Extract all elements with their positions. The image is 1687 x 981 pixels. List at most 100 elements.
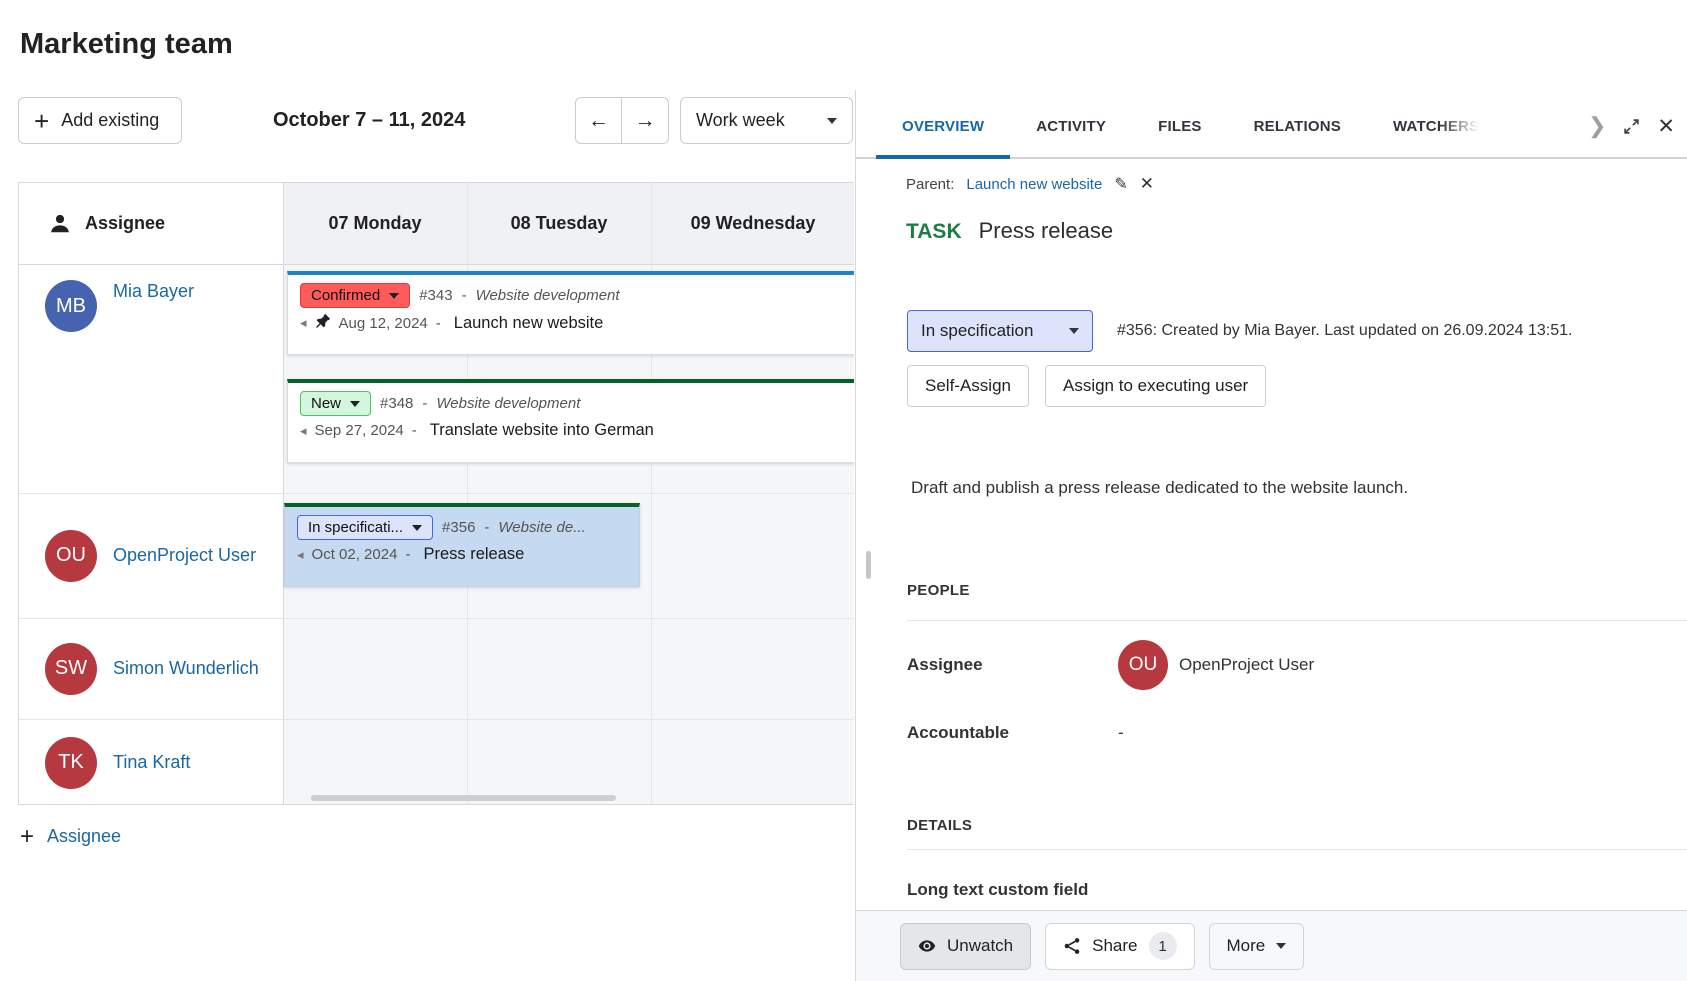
tab-activity[interactable]: ACTIVITY [1010, 95, 1132, 157]
section-divider [907, 620, 1687, 621]
assignee-name-link[interactable]: OpenProject User [113, 544, 256, 568]
tab-relations[interactable]: RELATIONS [1228, 95, 1367, 157]
assignee-row-mia-bayer: MB Mia Bayer [19, 264, 283, 493]
chevron-down-icon [1276, 943, 1286, 949]
tab-files[interactable]: FILES [1132, 95, 1228, 157]
separator: - [412, 422, 417, 439]
assignee-row-tina-kraft: TK Tina Kraft [19, 719, 283, 805]
separator: - [484, 519, 489, 536]
work-package-card-343[interactable]: Confirmed #343 - Website development ◂ A… [287, 271, 854, 355]
close-panel-icon[interactable]: ✕ [1657, 114, 1675, 139]
status-badge-dropdown[interactable]: In specificati... [297, 515, 433, 540]
more-button[interactable]: More [1209, 923, 1305, 970]
add-assignee-label: Assignee [47, 826, 121, 847]
details-section-heading: DETAILS [907, 817, 972, 834]
work-package-card-356-selected[interactable]: In specificati... #356 - Website de... ◂… [284, 503, 640, 587]
project-name: Website development [476, 287, 620, 304]
share-count-badge: 1 [1149, 932, 1177, 960]
panel-resize-handle[interactable] [866, 551, 871, 579]
status-value: In specification [921, 321, 1033, 341]
work-package-details-panel: OVERVIEW ACTIVITY FILES RELATIONS WATCHE… [856, 0, 1687, 981]
add-assignee-button[interactable]: + Assignee [20, 826, 121, 847]
accountable-value[interactable]: - [1118, 723, 1124, 743]
work-package-number: #343 [419, 287, 452, 304]
separator: - [436, 315, 441, 332]
assignee-column-header: Assignee [19, 183, 283, 264]
next-week-button[interactable]: → [622, 97, 669, 144]
unwatch-button[interactable]: Unwatch [900, 923, 1031, 970]
assign-to-executing-user-button[interactable]: Assign to executing user [1045, 365, 1266, 407]
panel-footer-toolbar: Unwatch Share 1 More [856, 910, 1687, 981]
day-header-tuesday: 08 Tuesday [467, 183, 651, 264]
status-badge-dropdown[interactable]: Confirmed [300, 283, 410, 308]
work-package-title[interactable]: Press release [979, 218, 1114, 244]
week-navigation: ← → [575, 97, 669, 144]
assignee-row-openproject-user: OU OpenProject User [19, 493, 283, 618]
continues-left-icon: ◂ [297, 547, 304, 563]
add-existing-button[interactable]: + Add existing [18, 97, 182, 144]
separator: - [422, 395, 427, 412]
created-updated-meta: #356: Created by Mia Bayer. Last updated… [1117, 310, 1572, 352]
work-package-number: #356 [442, 519, 475, 536]
assignee-name-link[interactable]: Mia Bayer [113, 280, 194, 304]
tab-watchers[interactable]: WATCHERS [1367, 95, 1505, 157]
description-text[interactable]: Draft and publish a press release dedica… [911, 478, 1408, 498]
assignee-value[interactable]: OpenProject User [1179, 655, 1314, 675]
work-package-title: Press release [423, 545, 524, 564]
tab-overflow-chevron-icon[interactable]: ❯ [1588, 113, 1606, 139]
horizontal-scrollbar[interactable] [311, 795, 616, 801]
people-section-heading: PEOPLE [907, 582, 970, 599]
grid-line [283, 183, 284, 805]
separator: - [462, 287, 467, 304]
parent-label: Parent: [906, 176, 954, 193]
open-fullscreen-icon[interactable] [1623, 118, 1640, 135]
arrow-right-icon: → [635, 109, 656, 133]
status-label: In specificati... [308, 519, 403, 536]
start-date: Aug 12, 2024 [339, 315, 428, 332]
add-existing-label: Add existing [61, 110, 159, 131]
remove-parent-icon[interactable]: ✕ [1140, 174, 1154, 194]
chevron-down-icon [350, 401, 360, 407]
status-dropdown-button[interactable]: In specification [907, 310, 1093, 352]
view-mode-select[interactable]: Work week [680, 97, 853, 144]
quick-action-row: Self-Assign Assign to executing user [907, 365, 1266, 407]
person-icon [49, 213, 71, 235]
status-label: New [311, 395, 341, 412]
work-package-title: Launch new website [454, 314, 604, 333]
share-button[interactable]: Share 1 [1045, 923, 1194, 970]
pin-icon [315, 313, 331, 333]
team-planner-grid: Assignee 07 Monday 08 Tuesday 09 Wednesd… [18, 182, 854, 805]
work-package-title: Translate website into German [430, 421, 654, 440]
assignee-name-link[interactable]: Simon Wunderlich [113, 657, 259, 681]
self-assign-button[interactable]: Self-Assign [907, 365, 1029, 407]
long-text-custom-field-label: Long text custom field [907, 880, 1088, 900]
tab-watchers-label: WATCHERS [1393, 118, 1479, 135]
avatar: OU [1118, 640, 1168, 690]
unwatch-label: Unwatch [947, 936, 1013, 956]
avatar: MB [45, 280, 97, 332]
project-name: Website development [436, 395, 580, 412]
assignee-header-label: Assignee [85, 213, 165, 234]
more-label: More [1227, 936, 1266, 956]
work-package-card-348[interactable]: New #348 - Website development ◂ Sep 27,… [287, 379, 854, 463]
tab-overview[interactable]: OVERVIEW [876, 95, 1010, 157]
previous-week-button[interactable]: ← [575, 97, 622, 144]
status-badge-dropdown[interactable]: New [300, 391, 371, 416]
continues-left-icon: ◂ [300, 315, 307, 331]
page-title: Marketing team [20, 28, 233, 61]
view-mode-value: Work week [696, 110, 785, 131]
day-header-monday: 07 Monday [283, 183, 467, 264]
separator: - [405, 546, 410, 563]
date-range-label: October 7 – 11, 2024 [273, 97, 465, 144]
continues-left-icon: ◂ [300, 423, 307, 439]
parent-row: Parent: Launch new website ✎ ✕ [906, 174, 1154, 194]
assignee-label: Assignee [907, 655, 1118, 675]
edit-parent-icon[interactable]: ✎ [1114, 174, 1127, 194]
status-label: Confirmed [311, 287, 380, 304]
share-icon [1063, 937, 1081, 955]
accountable-attribute-row: Accountable - [907, 718, 1667, 748]
parent-link[interactable]: Launch new website [966, 176, 1102, 193]
assignee-name-link[interactable]: Tina Kraft [113, 751, 190, 775]
avatar: SW [45, 643, 97, 695]
assignee-attribute-row: Assignee OU OpenProject User [907, 640, 1667, 690]
